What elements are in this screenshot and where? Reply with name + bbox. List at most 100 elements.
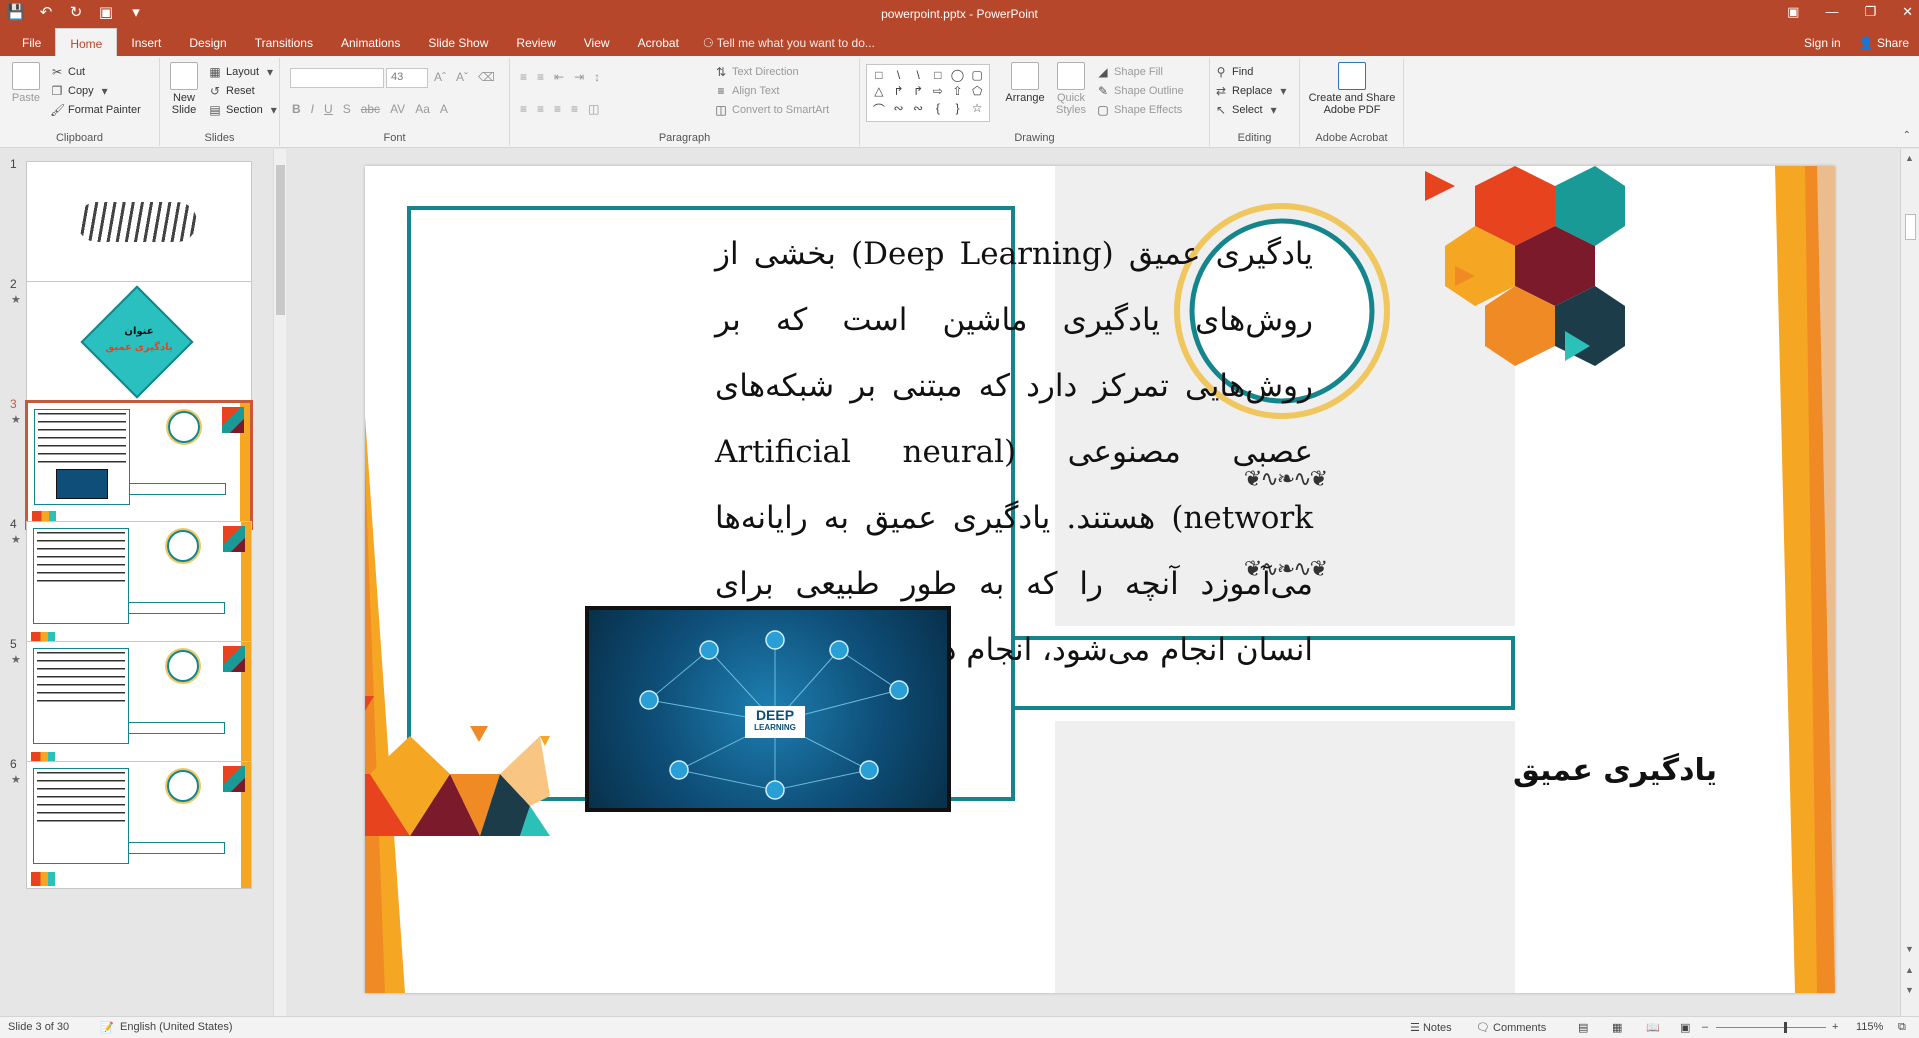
reading-view-icon[interactable]: 📖 — [1646, 1021, 1660, 1034]
layout-button[interactable]: ▦ Layout ▾ — [208, 62, 281, 81]
align-text-button[interactable]: ≡ Align Text — [714, 81, 829, 100]
shape-arc-icon[interactable]: ⌒ — [870, 101, 888, 118]
numbering-icon[interactable]: ≡ — [537, 70, 544, 84]
slide-sorter-icon[interactable]: ▦ — [1612, 1021, 1622, 1034]
shape-brace-icon[interactable]: } — [949, 101, 967, 118]
tab-file[interactable]: File — [8, 28, 55, 56]
font-color-icon[interactable]: A — [440, 102, 448, 116]
shape-elbow-icon[interactable]: ↱ — [890, 84, 908, 98]
increase-indent-icon[interactable]: ⇥ — [574, 70, 584, 84]
scroll-thumb[interactable] — [276, 165, 285, 315]
find-button[interactable]: ⚲ Find — [1214, 62, 1290, 81]
paste-button[interactable]: Paste — [6, 60, 46, 104]
tab-review[interactable]: Review — [502, 28, 569, 56]
tab-view[interactable]: View — [570, 28, 624, 56]
tell-me-search[interactable]: ⚆ Tell me what you want to do... — [693, 28, 885, 56]
cut-button[interactable]: ✂ Cut — [50, 62, 141, 81]
shape-rectangle-icon[interactable]: □ — [870, 68, 888, 82]
bullets-icon[interactable]: ≡ — [520, 70, 527, 84]
shape-curve-icon[interactable]: ∾ — [890, 101, 908, 118]
shape-rounded-rect-icon[interactable]: ▢ — [968, 68, 986, 82]
shape-line-icon[interactable]: \ — [890, 68, 908, 82]
new-slide-button[interactable]: New Slide — [164, 60, 204, 116]
line-spacing-icon[interactable]: ↕ — [594, 70, 600, 84]
current-slide[interactable]: ❦∿❧∿❦ ❦∿❧∿❦ یادگیری عمیق (Deep Learning)… — [365, 166, 1835, 993]
align-left-icon[interactable]: ≡ — [520, 102, 527, 116]
zoom-in-icon[interactable]: + — [1832, 1021, 1838, 1033]
shadow-icon[interactable]: S — [343, 102, 351, 116]
justify-icon[interactable]: ≡ — [571, 102, 578, 116]
language-indicator[interactable]: English (United States) — [120, 1021, 233, 1033]
tab-design[interactable]: Design — [175, 28, 240, 56]
arrange-button[interactable]: Arrange — [1002, 60, 1048, 104]
convert-smartart-button[interactable]: ◫ Convert to SmartArt — [714, 100, 829, 119]
shape-effects-button[interactable]: ▢ Shape Effects — [1096, 100, 1184, 119]
shape-brace-icon[interactable]: { — [929, 101, 947, 118]
section-button[interactable]: ▤ Section ▾ — [208, 100, 281, 119]
tab-insert[interactable]: Insert — [117, 28, 175, 56]
next-slide-icon[interactable]: ▼ — [1905, 985, 1914, 995]
align-right-icon[interactable]: ≡ — [554, 102, 561, 116]
ribbon-display-icon[interactable]: ▣ — [1787, 4, 1799, 20]
share-button[interactable]: 👤 Share — [1859, 36, 1909, 50]
slide-thumbnail-3[interactable] — [25, 400, 253, 530]
tab-animations[interactable]: Animations — [327, 28, 414, 56]
shapes-gallery[interactable]: □ \ \ □ ◯ ▢ △ ↱ ↱ ⇨ ⇧ ⬠ ⌒ ∾ ∾ { } ☆ — [866, 64, 990, 122]
notes-button[interactable]: ☰ Notes — [1410, 1021, 1452, 1034]
shape-pentagon-icon[interactable]: ⬠ — [968, 84, 986, 98]
comments-button[interactable]: 🗨 Comments — [1476, 1021, 1546, 1034]
shape-arrow-icon[interactable]: ⇨ — [929, 84, 947, 98]
grow-font-icon[interactable]: Aˆ — [434, 70, 446, 84]
normal-view-icon[interactable]: ▤ — [1578, 1021, 1588, 1034]
slide-thumbnail-2[interactable]: عنوان یادگیری عمیق — [26, 281, 252, 409]
tab-transitions[interactable]: Transitions — [241, 28, 327, 56]
sign-in-link[interactable]: Sign in — [1804, 36, 1841, 50]
format-painter-button[interactable]: 🖌 Format Painter — [50, 100, 141, 119]
replace-button[interactable]: ⇄ Replace ▾ — [1214, 81, 1290, 100]
shape-oval-icon[interactable]: ◯ — [949, 68, 967, 82]
slide-scrollbar[interactable]: ▲ ▼ ▲ ▼ — [1900, 149, 1919, 1016]
shape-star-icon[interactable]: ☆ — [968, 101, 986, 118]
shape-outline-button[interactable]: ✎ Shape Outline — [1096, 81, 1184, 100]
italic-icon[interactable]: I — [311, 102, 314, 116]
shape-fill-button[interactable]: ◢ Shape Fill — [1096, 62, 1184, 81]
tab-slide-show[interactable]: Slide Show — [414, 28, 502, 56]
font-size-input[interactable]: 43 — [386, 68, 428, 88]
scroll-down-icon[interactable]: ▼ — [1905, 944, 1914, 954]
slide-thumbnail-6[interactable] — [26, 761, 252, 889]
zoom-slider-track[interactable] — [1716, 1027, 1826, 1028]
quick-styles-button[interactable]: Quick Styles — [1050, 60, 1092, 116]
clear-formatting-icon[interactable]: ⌫ — [478, 70, 495, 84]
scroll-up-icon[interactable]: ▲ — [1905, 153, 1914, 163]
shrink-font-icon[interactable]: Aˇ — [456, 70, 468, 84]
change-case-icon[interactable]: Aa — [415, 102, 430, 116]
strikethrough-icon[interactable]: abc — [361, 102, 380, 116]
close-icon[interactable]: ✕ — [1902, 4, 1913, 20]
slide-title[interactable]: یادگیری عمیق — [1355, 753, 1835, 788]
font-name-input[interactable] — [290, 68, 384, 88]
spelling-icon[interactable]: 📝 — [100, 1021, 114, 1034]
text-direction-button[interactable]: ⇅ Text Direction — [714, 62, 829, 81]
zoom-out-icon[interactable]: – — [1702, 1021, 1708, 1033]
reset-button[interactable]: ↺ Reset — [208, 81, 281, 100]
fit-to-window-icon[interactable]: ⧉ — [1898, 1021, 1906, 1034]
thumbnails-scrollbar[interactable] — [273, 149, 286, 1016]
copy-button[interactable]: ❐ Copy ▾ — [50, 81, 141, 100]
underline-icon[interactable]: U — [324, 102, 333, 116]
slide-thumbnail-1[interactable] — [26, 161, 252, 289]
collapse-ribbon-icon[interactable]: ⌃ — [1903, 130, 1911, 141]
shape-elbow-icon[interactable]: ↱ — [909, 84, 927, 98]
zoom-slider-thumb[interactable] — [1784, 1022, 1787, 1033]
slide-thumbnail-4[interactable] — [26, 521, 252, 649]
restore-icon[interactable]: ❐ — [1864, 4, 1876, 20]
shape-triangle-icon[interactable]: △ — [870, 84, 888, 98]
tab-home[interactable]: Home — [55, 28, 118, 56]
columns-icon[interactable]: ◫ — [588, 102, 599, 116]
shape-curve-icon[interactable]: ∾ — [909, 101, 927, 118]
decrease-indent-icon[interactable]: ⇤ — [554, 70, 564, 84]
tab-acrobat[interactable]: Acrobat — [624, 28, 693, 56]
previous-slide-icon[interactable]: ▲ — [1905, 965, 1914, 975]
scroll-thumb[interactable] — [1905, 214, 1916, 240]
slideshow-icon[interactable]: ▣ — [1680, 1021, 1690, 1034]
create-pdf-button[interactable]: Create and Share Adobe PDF — [1304, 60, 1400, 116]
